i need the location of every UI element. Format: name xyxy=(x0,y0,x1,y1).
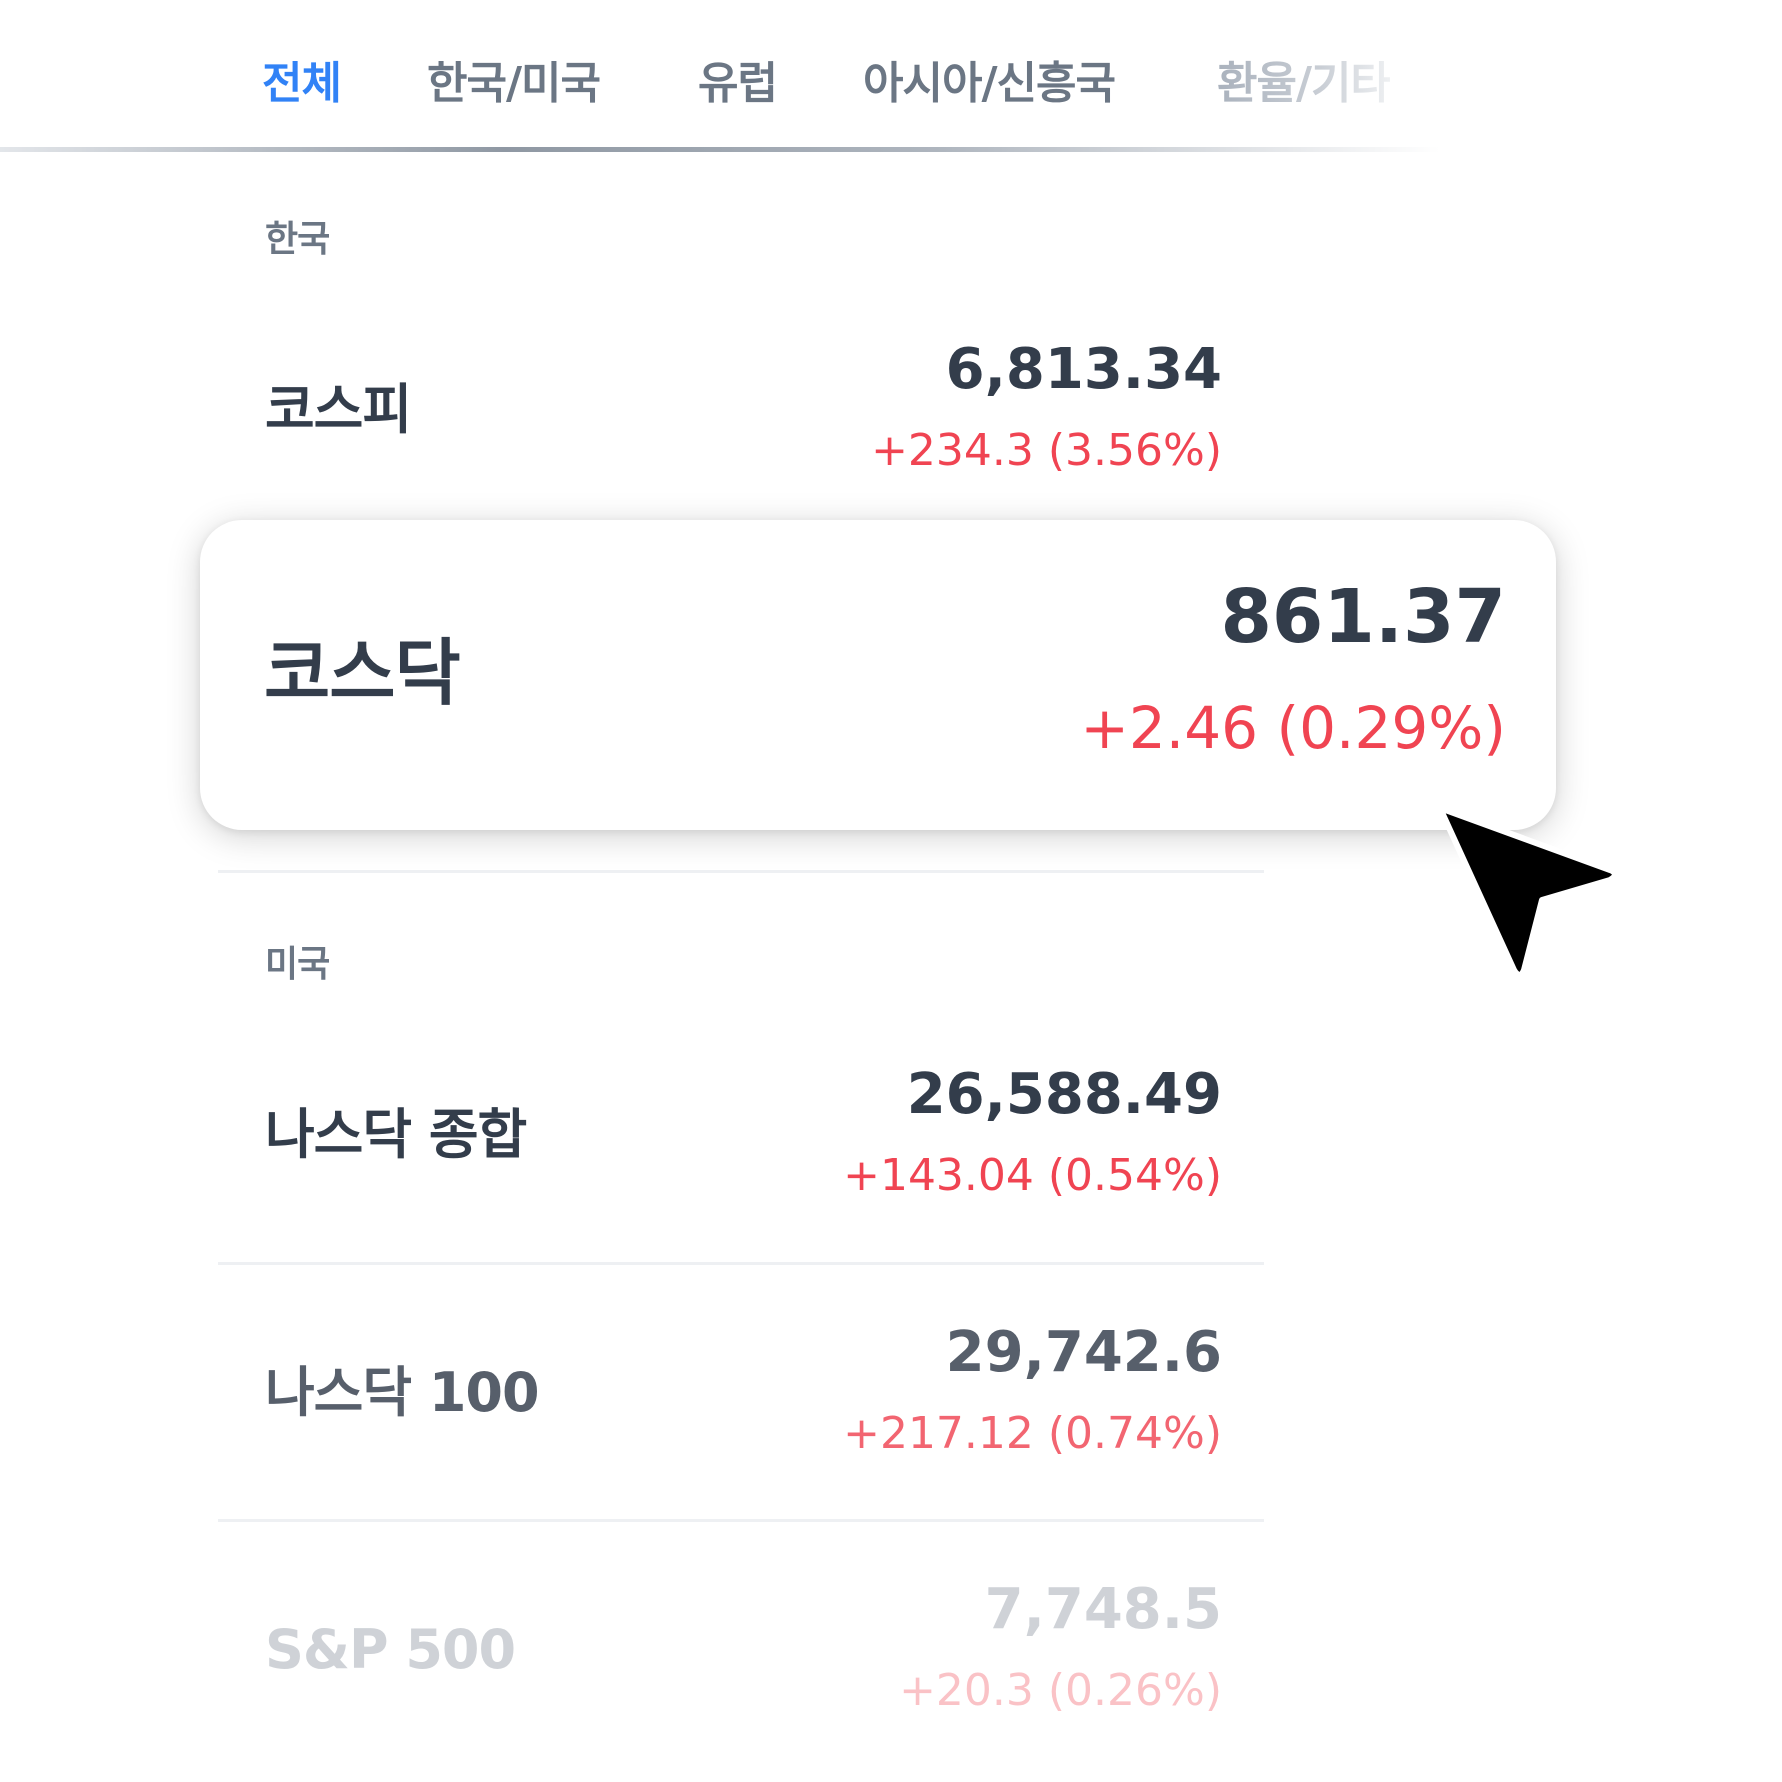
index-price: 861.37 xyxy=(1220,574,1506,660)
section-title-korea: 한국 xyxy=(265,219,330,260)
index-change: +20.3 (0.26%) xyxy=(899,1665,1222,1716)
tab-divider xyxy=(0,147,1440,152)
index-name: 코스피 xyxy=(265,378,412,441)
index-change: +217.12 (0.74%) xyxy=(843,1408,1222,1459)
index-change: +2.46 (0.29%) xyxy=(1080,694,1506,762)
section-divider xyxy=(218,870,1264,873)
index-change: +143.04 (0.54%) xyxy=(843,1150,1222,1201)
index-name: S&P 500 xyxy=(265,1618,516,1681)
category-tabs: 전체 한국/미국 유럽 아시아/신흥국 환율/기타 xyxy=(0,0,1782,152)
row-divider xyxy=(218,1262,1264,1265)
index-row-kosdaq-highlighted[interactable]: 코스닥 861.37 +2.46 (0.29%) xyxy=(200,520,1556,830)
tab-fx-other[interactable]: 환율/기타 xyxy=(1217,54,1391,114)
row-divider xyxy=(218,1519,1264,1522)
tab-all[interactable]: 전체 xyxy=(262,54,342,114)
index-name: 나스닥 100 xyxy=(265,1361,540,1424)
tab-europe[interactable]: 유럽 xyxy=(698,54,778,114)
index-row-nasdaq-100[interactable]: 나스닥 100 29,742.6 +217.12 (0.74%) xyxy=(200,1303,1280,1543)
index-price: 6,813.34 xyxy=(945,337,1222,402)
index-change: +234.3 (3.56%) xyxy=(871,425,1222,476)
pointer-arrow-icon xyxy=(1437,805,1618,978)
index-row-sp500[interactable]: S&P 500 7,748.5 +20.3 (0.26%) xyxy=(200,1560,1280,1782)
tab-korea-us[interactable]: 한국/미국 xyxy=(427,54,601,114)
index-price: 29,742.6 xyxy=(945,1320,1222,1385)
section-title-us: 미국 xyxy=(265,944,330,985)
index-row-nasdaq-composite[interactable]: 나스닥 종합 26,588.49 +143.04 (0.54%) xyxy=(200,1045,1280,1285)
market-index-screen: 전체 한국/미국 유럽 아시아/신흥국 환율/기타 한국 코스피 6,813.3… xyxy=(0,0,1782,1782)
index-price: 7,748.5 xyxy=(984,1577,1222,1642)
index-name: 나스닥 종합 xyxy=(265,1103,527,1166)
index-price: 26,588.49 xyxy=(906,1062,1222,1127)
tab-asia-emerging[interactable]: 아시아/신흥국 xyxy=(863,54,1116,114)
index-name: 코스닥 xyxy=(264,631,461,715)
